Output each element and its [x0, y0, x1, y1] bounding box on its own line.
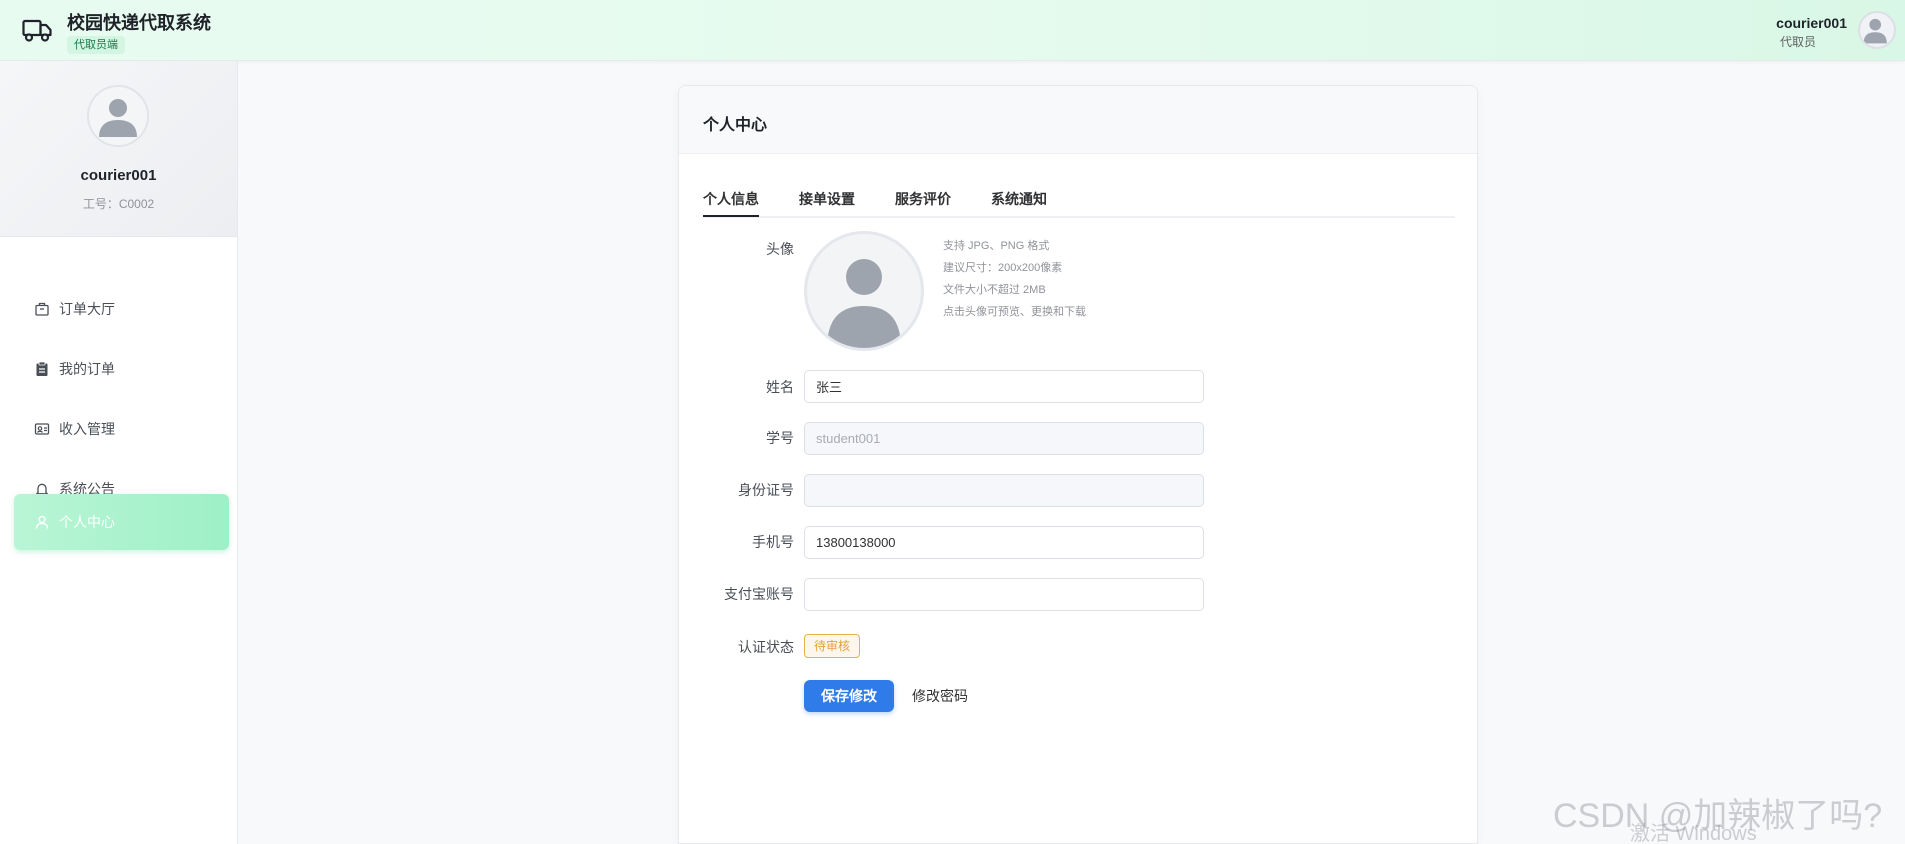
- sidebar-avatar[interactable]: [87, 85, 149, 147]
- save-button[interactable]: 保存修改: [804, 680, 894, 712]
- personal-center-card: 个人中心 个人信息 接单设置 服务评价 系统通知 头像 支持 JPG、PNG 格…: [678, 85, 1478, 844]
- name-label: 姓名: [766, 379, 794, 395]
- id-card-input: [804, 474, 1204, 507]
- role-tag: 代取员端: [67, 36, 125, 54]
- sidebar-username: courier001: [80, 167, 157, 184]
- avatar-placeholder-icon: [827, 259, 901, 348]
- header-username[interactable]: courier001: [1776, 15, 1847, 31]
- tab-personal-info[interactable]: 个人信息: [703, 189, 759, 217]
- tab-order-settings[interactable]: 接单设置: [799, 189, 855, 209]
- header-avatar[interactable]: [1858, 11, 1896, 49]
- phone-input[interactable]: [804, 526, 1204, 559]
- name-input[interactable]: [804, 370, 1204, 403]
- sidebar-item-order-hall[interactable]: 订单大厅: [14, 281, 229, 337]
- card-header: 个人中心: [679, 86, 1477, 154]
- sidebar-item-label: 个人中心: [59, 514, 115, 530]
- user-icon: [35, 515, 49, 529]
- id-card-icon: [34, 423, 50, 435]
- page-title: 个人中心: [703, 117, 768, 134]
- change-password-button[interactable]: 修改密码: [912, 680, 968, 712]
- sidebar-item-my-orders[interactable]: 我的订单: [14, 341, 229, 397]
- cert-status-label: 认证状态: [738, 639, 794, 655]
- tab-system-notifications[interactable]: 系统通知: [991, 189, 1047, 209]
- app-title: 校园快递代取系统: [67, 13, 211, 33]
- activate-windows-watermark: 激活 Windows: [1630, 823, 1757, 844]
- status-badge: 待审核: [804, 634, 861, 658]
- sidebar-item-personal-center[interactable]: 个人中心: [14, 494, 229, 550]
- briefcase-icon: [35, 302, 49, 316]
- sidebar-item-label: 订单大厅: [59, 301, 115, 317]
- sidebar-item-income[interactable]: 收入管理: [14, 401, 229, 457]
- avatar-placeholder-icon: [1863, 18, 1887, 44]
- student-id-input: [804, 422, 1204, 455]
- student-id-label: 学号: [766, 430, 794, 446]
- profile-avatar[interactable]: [804, 231, 924, 351]
- avatar-placeholder-icon: [99, 99, 137, 137]
- alipay-label: 支付宝账号: [724, 586, 794, 602]
- avatar-hint-click: 点击头像可预览、更换和下载: [943, 306, 1086, 318]
- avatar-hint-filesize: 文件大小不超过 2MB: [943, 284, 1046, 296]
- phone-label: 手机号: [752, 534, 794, 550]
- sidebar-item-label: 我的订单: [59, 361, 115, 377]
- header-user-role: 代取员: [1780, 35, 1817, 49]
- top-header: 校园快递代取系统 代取员端 courier001 代取员: [0, 0, 1905, 61]
- avatar-hint-size: 建议尺寸：200x200像素: [943, 262, 1063, 274]
- id-card-label: 身份证号: [738, 482, 794, 498]
- clipboard-icon: [36, 361, 48, 376]
- tab-service-reviews[interactable]: 服务评价: [895, 189, 951, 209]
- sidebar-employee-id: 工号：C0002: [82, 197, 155, 211]
- tab-bar: 个人信息 接单设置 服务评价 系统通知: [703, 186, 1455, 218]
- sidebar-item-label: 收入管理: [59, 421, 115, 437]
- truck-icon: [22, 19, 52, 42]
- sidebar-profile-card: courier001 工号：C0002: [0, 61, 237, 237]
- avatar-label: 头像: [766, 241, 794, 257]
- avatar-hint-format: 支持 JPG、PNG 格式: [943, 240, 1050, 252]
- alipay-input[interactable]: [804, 578, 1204, 611]
- sidebar: courier001 工号：C0002 订单大厅 我的订单 收入管理 系统公告 …: [0, 61, 238, 844]
